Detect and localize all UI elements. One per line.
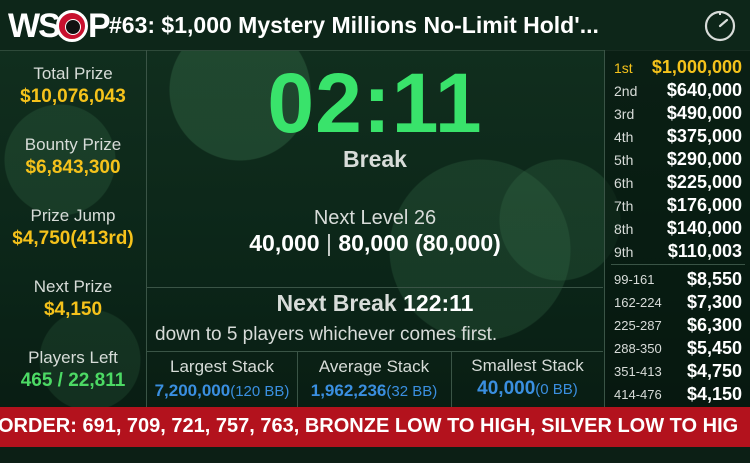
payout-amount: $290,000 — [666, 149, 742, 169]
payout-row: 225-287 $6,300 — [605, 315, 750, 338]
payout-amount: $176,000 — [666, 195, 742, 215]
payout-row: 3rd $490,000 — [605, 103, 750, 126]
level-timer: 02:11 — [267, 56, 483, 150]
payout-row: 4th $375,000 — [605, 126, 750, 149]
payout-row: 5th $290,000 — [605, 149, 750, 172]
average-stack: Average Stack 1,962,236(32 BB) — [310, 357, 438, 400]
smallest-stack: Smallest Stack 40,000(0 BB) — [471, 356, 584, 399]
payout-place: 225-287 — [614, 318, 662, 333]
scrolling-message: down to 5 players whichever comes first. — [155, 324, 498, 345]
logo-text: WS — [8, 7, 61, 45]
payout-place: 9th — [614, 244, 634, 260]
largest-stack: Largest Stack 7,200,000(120 BB) — [154, 357, 290, 400]
tournament-title: #63: $1,000 Mystery Millions No-Limit Ho… — [109, 12, 599, 38]
payout-place: 2nd — [614, 83, 638, 99]
payout-place: 162-224 — [614, 295, 662, 310]
bounty-prize: Bounty Prize $6,843,300 — [24, 135, 122, 178]
payout-place: 8th — [614, 221, 634, 237]
payout-row: 2nd $640,000 — [605, 80, 750, 103]
payout-row: 7th $176,000 — [605, 195, 750, 218]
wsop-logo: WS P — [8, 7, 111, 45]
payout-row: 414-476 $4,150 — [605, 384, 750, 407]
payout-amount: $1,000,000 — [651, 57, 742, 77]
payout-amount: $5,450 — [686, 338, 742, 358]
payout-place: 7th — [614, 198, 634, 214]
payout-row: 9th $110,003 — [605, 241, 750, 264]
players-left: Players Left 465 / 22,811 — [20, 348, 126, 391]
clock-panel: 02:11 Break Next Level 26 40,000 | 80,00… — [147, 50, 603, 286]
payout-place: 414-476 — [614, 387, 662, 402]
payout-row: 288-350 $5,450 — [605, 338, 750, 361]
payout-place: 288-350 — [614, 341, 662, 356]
payout-place: 5th — [614, 152, 634, 168]
payout-amount: $110,003 — [667, 241, 742, 261]
payout-place: 3rd — [614, 106, 635, 122]
payout-amount: $490,000 — [666, 103, 742, 123]
next-break-panel: Next Break 122:11 down to 5 players whic… — [147, 287, 603, 352]
prize-jump: Prize Jump $4,750(413rd) — [12, 206, 134, 249]
payout-place: 351-413 — [614, 364, 662, 379]
payout-amount: $4,150 — [686, 384, 742, 404]
payout-place: 99-161 — [614, 272, 655, 287]
payout-row: 1st $1,000,000 — [605, 57, 750, 80]
payout-amount: $7,300 — [686, 292, 742, 312]
payout-place: 4th — [614, 129, 634, 145]
header-bar: WS P #63: $1,000 Mystery Millions No-Lim… — [0, 0, 750, 51]
payout-amount: $225,000 — [666, 172, 742, 192]
bottom-bar — [0, 447, 750, 463]
payout-row: 162-224 $7,300 — [605, 292, 750, 315]
next-break: Next Break 122:11 — [276, 290, 474, 316]
payout-amount: $8,550 — [686, 269, 742, 289]
clock-icon[interactable] — [704, 10, 736, 42]
payout-amount: $140,000 — [666, 218, 742, 238]
payout-row: 99-161 $8,550 — [605, 269, 750, 292]
payout-row: 351-413 $4,750 — [605, 361, 750, 384]
payout-amount: $6,300 — [686, 315, 742, 335]
payout-place: 6th — [614, 175, 634, 191]
stack-stats: Largest Stack 7,200,000(120 BB) Average … — [147, 351, 603, 408]
payout-amount: $640,000 — [666, 80, 742, 100]
news-ticker: ORDER: 691, 709, 721, 757, 763, BRONZE L… — [0, 407, 750, 447]
level-status: Break — [343, 146, 407, 172]
logo-chip-icon — [56, 10, 88, 42]
next-prize: Next Prize $4,150 — [33, 277, 113, 320]
payout-divider — [611, 264, 745, 265]
payout-place: 1st — [614, 60, 633, 76]
payout-amount: $4,750 — [686, 361, 742, 381]
payout-amount: $375,000 — [666, 126, 742, 146]
payout-row: 6th $225,000 — [605, 172, 750, 195]
next-level-label: Next Level 26 — [313, 207, 437, 229]
payout-table: 1st $1,000,000 2nd $640,000 3rd $490,000 4th $3… — [604, 50, 750, 407]
ticker-text: ORDER: 691, 709, 721, 757, 763, BRONZE L… — [0, 415, 739, 437]
prize-summary-panel: Total Prize $10,076,043 Bounty Prize $6,… — [0, 50, 147, 407]
next-level-blinds: 40,000 | 80,000 (80,000) — [249, 230, 501, 256]
payout-row: 8th $140,000 — [605, 218, 750, 241]
total-prize: Total Prize $10,076,043 — [20, 64, 126, 107]
logo-text: P — [88, 7, 111, 45]
